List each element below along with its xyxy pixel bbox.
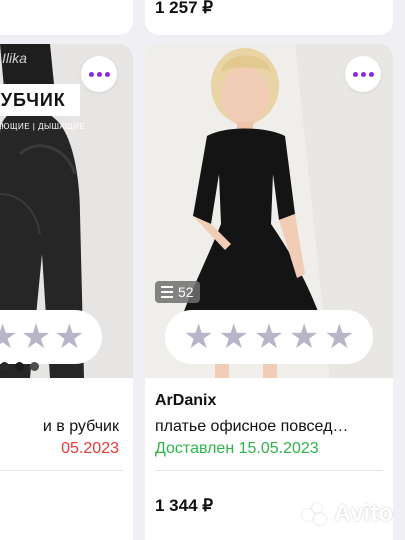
seller-name[interactable]: ArDanix <box>155 392 216 410</box>
star-icon[interactable]: ★ <box>0 320 18 354</box>
product-title[interactable]: платье офисное повсед… <box>155 418 348 436</box>
watermark-text: Avito <box>333 500 393 527</box>
star-icon[interactable]: ★ <box>54 320 84 354</box>
color-swatches <box>0 362 39 371</box>
product-card-right[interactable]: 52 ★ ★ ★ ★ ★ ArDanix платье офисное повс… <box>145 44 393 540</box>
star-icon[interactable]: ★ <box>254 320 284 354</box>
product-card-top-left[interactable] <box>0 0 133 35</box>
promo-subtitle: ВАЮЩИЕ | ДЫШАЩИЕ <box>0 122 86 131</box>
dot-icon <box>368 71 374 77</box>
star-icon[interactable]: ★ <box>21 320 51 354</box>
divider <box>0 470 123 471</box>
color-swatch <box>0 362 9 371</box>
dot-icon <box>96 71 102 77</box>
star-icon[interactable]: ★ <box>219 320 249 354</box>
product-photo[interactable]: 52 ★ ★ ★ ★ ★ <box>145 44 393 378</box>
divider <box>155 470 383 471</box>
promo-label: РУБЧИК <box>0 89 66 110</box>
dot-icon <box>352 71 358 77</box>
dot-icon <box>360 71 366 77</box>
product-price: 1 257 ₽ <box>155 0 214 17</box>
product-card-top-right[interactable]: 1 257 ₽ <box>145 0 393 35</box>
color-swatch <box>30 362 39 371</box>
star-icon[interactable]: ★ <box>289 320 319 354</box>
avito-watermark: Avito <box>301 500 393 528</box>
star-icon[interactable]: ★ <box>324 320 354 354</box>
product-photo[interactable]: Ilika РУБЧИК ВАЮЩИЕ | ДЫШАЩИЕ ★ ★ ★ <box>0 44 133 378</box>
rating-stars[interactable]: ★ ★ ★ ★ ★ <box>165 310 373 364</box>
photo-count: 52 <box>178 284 194 300</box>
star-icon[interactable]: ★ <box>183 320 213 354</box>
product-card-left[interactable]: Ilika РУБЧИК ВАЮЩИЕ | ДЫШАЩИЕ ★ ★ ★ и в … <box>0 44 133 540</box>
promo-banner: РУБЧИК <box>0 84 80 116</box>
product-title[interactable]: и в рубчик <box>43 418 119 436</box>
dot-icon <box>104 71 110 77</box>
brand-watermark: Ilika <box>2 50 27 66</box>
photos-icon <box>161 286 173 298</box>
delivery-status: Доставлен 15.05.2023 <box>155 440 319 457</box>
dot-icon <box>88 71 94 77</box>
photo-count-badge: 52 <box>155 281 200 303</box>
delivery-status: 05.2023 <box>61 440 119 457</box>
more-options-button[interactable] <box>345 56 381 92</box>
more-options-button[interactable] <box>81 56 117 92</box>
avito-logo-icon <box>301 503 330 525</box>
rating-stars[interactable]: ★ ★ ★ <box>0 310 102 364</box>
product-price: 1 344 ₽ <box>155 496 214 515</box>
color-swatch <box>15 362 24 371</box>
